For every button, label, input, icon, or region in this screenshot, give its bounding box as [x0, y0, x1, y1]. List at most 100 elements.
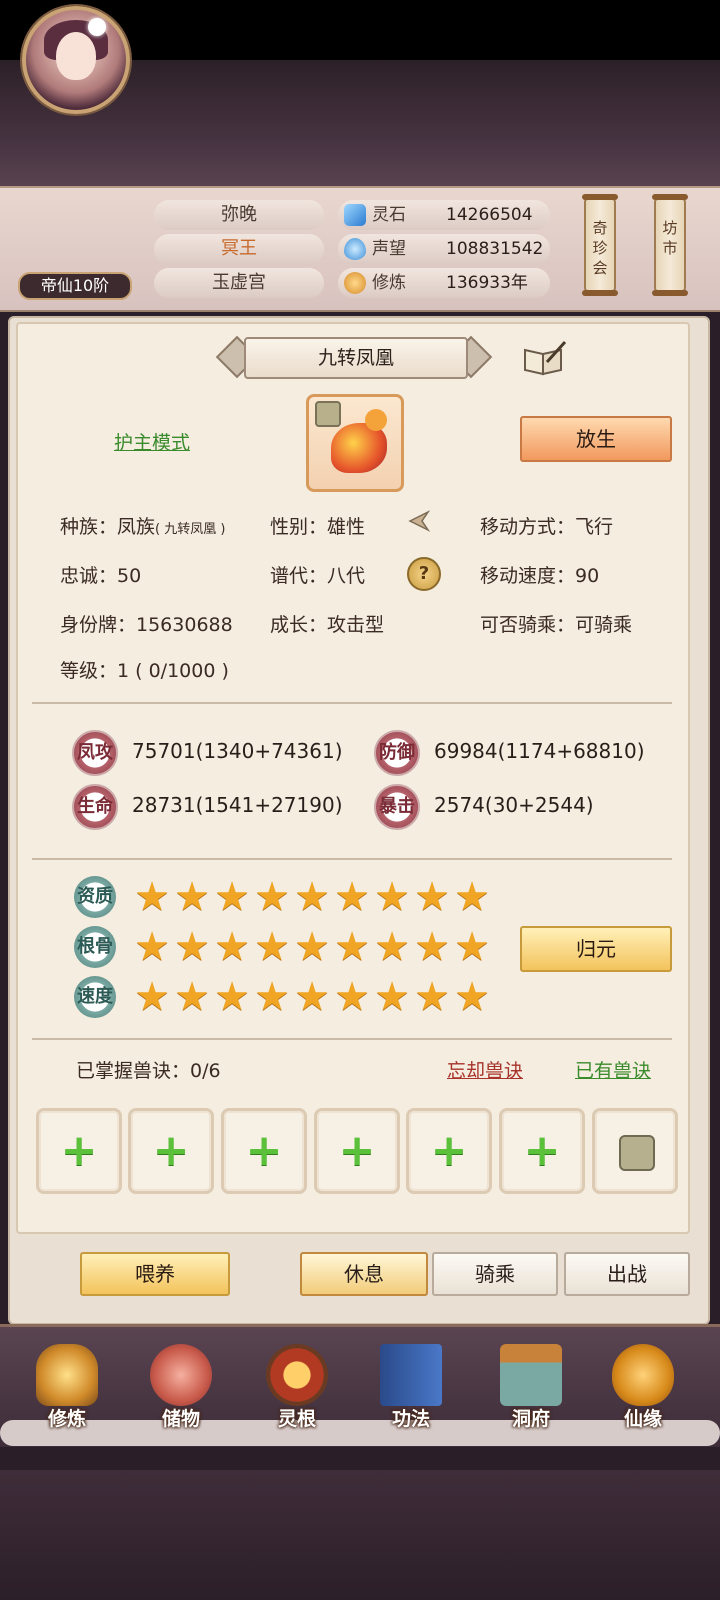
divider: [32, 858, 672, 860]
pet-rideable: 可否骑乘：可骑乘: [480, 614, 633, 636]
forget-skill-link[interactable]: 忘却兽诀: [447, 1056, 523, 1083]
speed-stars: ★ ★ ★ ★ ★ ★ ★ ★ ★: [132, 977, 502, 1017]
cultivation-icon: [344, 272, 366, 294]
nav-technique[interactable]: 功法: [366, 1340, 456, 1440]
help-icon[interactable]: ?: [407, 557, 441, 591]
star-icon: ★: [254, 924, 290, 970]
reset-button[interactable]: 归元: [520, 926, 672, 972]
pet-loyalty: 忠诚：50: [60, 565, 142, 587]
star-icon: ★: [294, 924, 330, 970]
hp-badge: 生命: [72, 784, 118, 830]
player-title: 冥王: [154, 234, 324, 264]
nav-cave[interactable]: 洞府: [486, 1340, 576, 1440]
pet-race: 种族：凤族( 九转凤凰 ): [60, 516, 226, 538]
speed-badge: 速度: [74, 976, 116, 1018]
avatar-flower: [88, 18, 106, 36]
phoenix-head: [365, 409, 387, 431]
star-icon: ★: [374, 974, 410, 1020]
skill-slot-locked[interactable]: [592, 1108, 678, 1194]
star-icon: ★: [214, 974, 250, 1020]
plus-icon: +: [338, 1125, 376, 1176]
aptitude-badge: 资质: [74, 876, 116, 918]
divider: [32, 1038, 672, 1040]
star-icon: ★: [334, 874, 370, 920]
skill-slot[interactable]: +: [128, 1108, 214, 1194]
star-icon: ★: [414, 874, 450, 920]
skill-slot[interactable]: +: [406, 1108, 492, 1194]
plus-icon: +: [245, 1125, 283, 1176]
background-bottom: [0, 1470, 720, 1600]
crit-badge: 暴击: [374, 784, 420, 830]
aptitude-stars: ★ ★ ★ ★ ★ ★ ★ ★ ★: [132, 877, 502, 917]
bone-stars: ★ ★ ★ ★ ★ ★ ★ ★ ★: [132, 927, 502, 967]
bone-badge: 根骨: [74, 926, 116, 968]
technique-book-icon: [380, 1344, 442, 1406]
star-icon: ★: [134, 974, 170, 1020]
plus-icon: +: [430, 1125, 468, 1176]
skill-slot[interactable]: +: [499, 1108, 585, 1194]
skill-slot[interactable]: +: [36, 1108, 122, 1194]
pet-portrait[interactable]: [306, 394, 404, 492]
defense-value: 69984(1174+68810): [434, 739, 645, 763]
spirit-stone-icon: [344, 204, 366, 226]
star-icon: ★: [374, 924, 410, 970]
cave-dwelling-icon: [500, 1344, 562, 1406]
rest-button[interactable]: 休息: [300, 1252, 428, 1296]
resource-spirit-stone: 灵石 14266504: [338, 200, 550, 230]
guard-mode-link[interactable]: 护主模式: [114, 428, 190, 455]
reputation-icon: [344, 238, 366, 260]
owned-skills-link[interactable]: 已有兽诀: [575, 1056, 651, 1083]
resource-cultivation: 修炼 136933年: [338, 268, 550, 298]
cultivate-icon: [36, 1344, 98, 1406]
skill-slot[interactable]: +: [221, 1108, 307, 1194]
book-quill-icon[interactable]: [523, 340, 567, 376]
pet-generation: 谱代：八代: [270, 565, 366, 587]
ride-button[interactable]: 骑乘: [432, 1252, 558, 1296]
star-icon: ★: [214, 874, 250, 920]
star-icon: ★: [174, 974, 210, 1020]
crit-value: 2574(30+2544): [434, 793, 594, 817]
defense-badge: 防御: [374, 730, 420, 776]
fortune-gourd-icon: [612, 1344, 674, 1406]
player-rank: 帝仙10阶: [18, 272, 132, 300]
player-name: 弥晚: [154, 200, 324, 230]
star-icon: ★: [254, 974, 290, 1020]
nav-fortune[interactable]: 仙缘: [598, 1340, 688, 1440]
avatar-face: [56, 32, 96, 80]
star-icon: ★: [294, 974, 330, 1020]
divider: [32, 702, 672, 704]
pet-level: 等级：1 ( 0/1000 ): [60, 660, 229, 682]
player-sect: 玉虚宫: [154, 268, 324, 298]
spirit-root-icon: [266, 1344, 328, 1406]
star-icon: ★: [134, 924, 170, 970]
star-icon: ★: [174, 924, 210, 970]
release-button[interactable]: 放生: [520, 416, 672, 462]
star-icon: ★: [414, 924, 450, 970]
pet-gender: 性别：雄性: [270, 516, 366, 538]
pet-name-plate: 九转凤凰: [214, 335, 494, 379]
star-icon: ★: [214, 924, 250, 970]
nav-storage[interactable]: 储物: [136, 1340, 226, 1440]
star-icon: ★: [374, 874, 410, 920]
lock-icon: [619, 1135, 655, 1171]
nav-spirit-root[interactable]: 灵根: [252, 1340, 342, 1440]
attack-value: 75701(1340+74361): [132, 739, 343, 763]
storage-bag-icon: [150, 1344, 212, 1406]
pet-move-speed: 移动速度：90: [480, 565, 600, 587]
pet-id-tag: 身份牌：15630688: [60, 614, 233, 636]
feed-button[interactable]: 喂养: [80, 1252, 230, 1296]
battle-button[interactable]: 出战: [564, 1252, 690, 1296]
star-icon: ★: [454, 974, 490, 1020]
skill-slot[interactable]: +: [314, 1108, 400, 1194]
hp-value: 28731(1541+27190): [132, 793, 343, 817]
star-icon: ★: [454, 874, 490, 920]
nav-cultivate[interactable]: 修炼: [22, 1340, 112, 1440]
star-icon: ★: [294, 874, 330, 920]
market-scroll[interactable]: 坊市: [652, 194, 688, 296]
player-avatar[interactable]: [22, 6, 130, 114]
pet-name: 九转凤凰: [244, 337, 468, 379]
star-icon: ★: [334, 974, 370, 1020]
treasure-auction-scroll[interactable]: 奇珍会: [582, 194, 618, 296]
star-icon: ★: [174, 874, 210, 920]
resource-reputation: 声望 108831542: [338, 234, 550, 264]
